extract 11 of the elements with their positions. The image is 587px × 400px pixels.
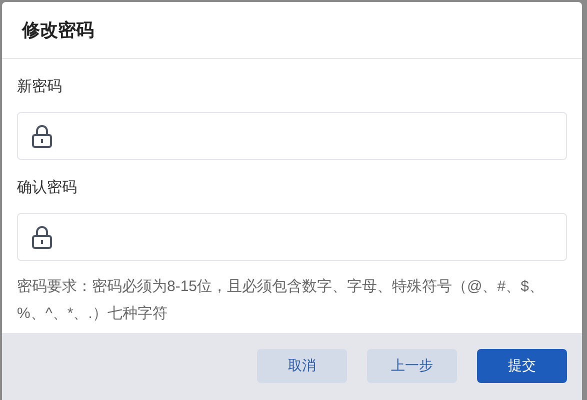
field-label: 确认密码 (17, 178, 78, 198)
secondary-button[interactable]: 取消 (257, 348, 347, 382)
password-field[interactable] (17, 213, 567, 261)
dialog-title: 修改密码 (22, 18, 94, 42)
password-requirement-text: 密码要求：密码必须为8-15位，且必须包含数字、字母、特殊符号（@、#、$、%、^、*、.）七种字符 (17, 277, 545, 324)
secondary-button[interactable]: 上一步 (367, 348, 457, 382)
submit-button[interactable]: 提交 (477, 348, 567, 382)
field-label: 新密码 (17, 77, 63, 97)
lock-icon (31, 124, 53, 148)
lock-icon (31, 225, 53, 249)
password-field[interactable] (17, 112, 567, 160)
